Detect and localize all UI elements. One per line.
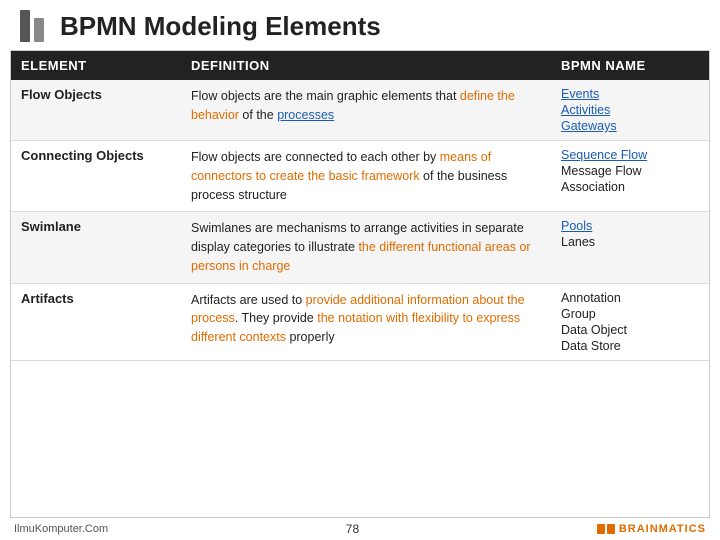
definition-cell: Artifacts are used to provide additional… <box>181 283 551 360</box>
table-row: Swimlane Swimlanes are mechanisms to arra… <box>11 212 710 283</box>
bpmn-name-item: Events <box>561 87 710 101</box>
header-icon <box>20 10 44 42</box>
bpmn-name-item: Data Store <box>561 339 710 353</box>
logo-boxes <box>597 524 615 534</box>
definition-text: Flow objects are connected to each other… <box>191 150 507 202</box>
bpmn-name-item: Data Object <box>561 323 710 337</box>
bpmn-name-item: Message Flow <box>561 164 710 178</box>
bpmn-name-item: Activities <box>561 103 710 117</box>
col-header-definition: DEFINITION <box>181 51 551 80</box>
table-header-row: ELEMENT DEFINITION BPMN NAME <box>11 51 710 80</box>
bpmn-name-cell: Pools Lanes <box>551 212 710 283</box>
definition-cell: Flow objects are the main graphic elemen… <box>181 80 551 141</box>
logo-box-2 <box>607 524 615 534</box>
bpmn-name-cell: Sequence Flow Message Flow Association <box>551 141 710 212</box>
definition-text: Artifacts are used to provide additional… <box>191 293 525 345</box>
element-label: Swimlane <box>21 219 81 234</box>
footer-page-number: 78 <box>108 522 597 536</box>
element-cell: Flow Objects <box>11 80 181 141</box>
page: BPMN Modeling Elements ELEMENT DEFINITIO… <box>0 0 720 540</box>
footer: IlmuKomputer.Com 78 BRAINMATICS <box>0 518 720 540</box>
definition-cell: Flow objects are connected to each other… <box>181 141 551 212</box>
main-table-container: ELEMENT DEFINITION BPMN NAME Flow Object… <box>10 50 710 518</box>
definition-cell: Swimlanes are mechanisms to arrange acti… <box>181 212 551 283</box>
bpmn-name-cell: Events Activities Gateways <box>551 80 710 141</box>
footer-left-text: IlmuKomputer.Com <box>14 523 108 535</box>
bpmn-name-cell: Annotation Group Data Object Data Store <box>551 283 710 360</box>
bpmn-name-item: Annotation <box>561 291 710 305</box>
bpmn-name-item: Association <box>561 180 710 194</box>
page-title: BPMN Modeling Elements <box>60 11 381 42</box>
element-label: Artifacts <box>21 291 74 306</box>
col-header-element: ELEMENT <box>11 51 181 80</box>
table-row: Connecting Objects Flow objects are conne… <box>11 141 710 212</box>
element-label: Flow Objects <box>21 87 102 102</box>
definition-text: Flow objects are the main graphic elemen… <box>191 89 515 122</box>
logo-text: BRAINMATICS <box>619 523 706 535</box>
element-label: Connecting Objects <box>21 148 144 163</box>
header: BPMN Modeling Elements <box>0 0 720 50</box>
element-cell: Artifacts <box>11 283 181 360</box>
definition-text: Swimlanes are mechanisms to arrange acti… <box>191 221 531 273</box>
bpmn-name-item: Pools <box>561 219 710 233</box>
table-row: Flow Objects Flow objects are the main gr… <box>11 80 710 141</box>
bpmn-name-item: Group <box>561 307 710 321</box>
element-cell: Connecting Objects <box>11 141 181 212</box>
element-cell: Swimlane <box>11 212 181 283</box>
brainmatics-logo: BRAINMATICS <box>597 523 706 535</box>
logo-box-1 <box>597 524 605 534</box>
bpmn-table: ELEMENT DEFINITION BPMN NAME Flow Object… <box>11 51 710 361</box>
table-row: Artifacts Artifacts are used to provide a… <box>11 283 710 360</box>
bpmn-name-item: Lanes <box>561 235 710 249</box>
bpmn-name-item: Sequence Flow <box>561 148 710 162</box>
col-header-bpmn: BPMN NAME <box>551 51 710 80</box>
bpmn-name-item: Gateways <box>561 119 710 133</box>
